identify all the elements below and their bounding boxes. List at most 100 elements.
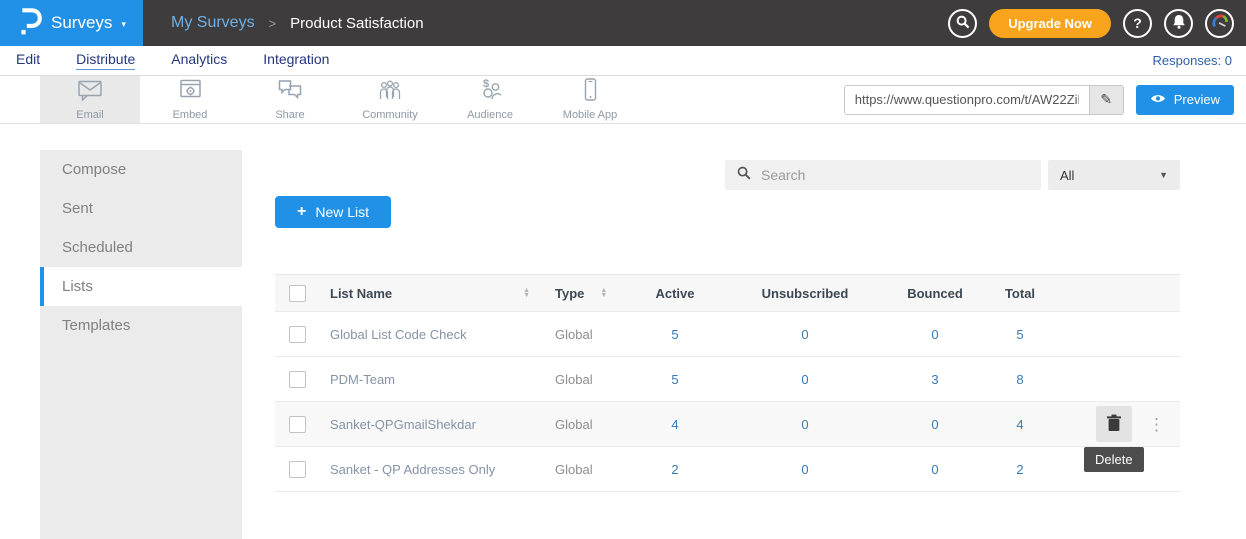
bounced-count[interactable]: 0	[890, 462, 980, 477]
column-type: Type ▲▼	[540, 286, 630, 301]
mobile-app-icon	[584, 78, 597, 107]
table-row: PDM-Team Global 5 0 3 8	[275, 357, 1180, 402]
total-count[interactable]: 4	[980, 417, 1060, 432]
total-count[interactable]: 5	[980, 327, 1060, 342]
channel-label: Share	[275, 109, 304, 121]
list-type: Global	[540, 417, 630, 432]
email-sidebar: Compose Sent Scheduled Lists Templates	[40, 150, 242, 539]
search-input[interactable]	[761, 167, 1029, 183]
active-count[interactable]: 5	[630, 327, 720, 342]
total-count[interactable]: 2	[980, 462, 1060, 477]
survey-url-input[interactable]	[845, 86, 1089, 114]
community-icon	[376, 78, 404, 107]
edit-url-button[interactable]: ✎	[1089, 86, 1123, 114]
channel-label: Embed	[173, 109, 208, 121]
row-checkbox[interactable]	[289, 461, 306, 478]
unsubscribed-count[interactable]: 0	[720, 417, 890, 432]
breadcrumb: My Surveys > Product Satisfaction	[171, 14, 424, 32]
breadcrumb-separator-icon: >	[269, 16, 277, 31]
tab-distribute[interactable]: Distribute	[76, 51, 135, 70]
preview-button[interactable]: Preview	[1136, 85, 1234, 115]
tab-integration[interactable]: Integration	[263, 51, 329, 70]
channel-label: Mobile App	[563, 109, 617, 121]
bounced-count[interactable]: 0	[890, 327, 980, 342]
list-name-link[interactable]: Sanket-QPGmailShekdar	[315, 417, 540, 432]
sidebar-item-scheduled[interactable]: Scheduled	[40, 228, 242, 267]
column-unsubscribed: Unsubscribed	[720, 286, 890, 301]
plus-icon: +	[297, 203, 306, 221]
sidebar-item-lists[interactable]: Lists	[40, 267, 242, 306]
search-icon	[956, 15, 970, 32]
unsubscribed-count[interactable]: 0	[720, 327, 890, 342]
survey-url-box: ✎	[844, 85, 1124, 115]
breadcrumb-parent[interactable]: My Surveys	[171, 14, 255, 32]
sort-icon[interactable]: ▲▼	[523, 288, 530, 298]
new-list-label: New List	[315, 204, 369, 220]
audience-icon: $	[477, 78, 503, 107]
chevron-down-icon: ▾	[121, 19, 126, 30]
search-icon	[737, 166, 751, 185]
column-active: Active	[630, 286, 720, 301]
bounced-count[interactable]: 3	[890, 372, 980, 387]
list-name-link[interactable]: Global List Code Check	[315, 327, 540, 342]
total-count[interactable]: 8	[980, 372, 1060, 387]
channel-embed[interactable]: Embed	[140, 76, 240, 123]
notifications-button[interactable]	[1164, 9, 1193, 38]
list-type: Global	[540, 462, 630, 477]
channel-email[interactable]: Email	[40, 76, 140, 123]
table-row: Sanket-QPGmailShekdar Global 4 0 0 4 Del…	[275, 402, 1180, 447]
column-total: Total	[980, 286, 1060, 301]
upgrade-now-button[interactable]: Upgrade Now	[989, 9, 1111, 38]
content-area: Compose Sent Scheduled Lists Templates A…	[0, 124, 1246, 539]
delete-list-button[interactable]	[1096, 406, 1132, 442]
eye-icon	[1150, 92, 1166, 107]
row-checkbox[interactable]	[289, 416, 306, 433]
sidebar-item-compose[interactable]: Compose	[40, 150, 242, 189]
channel-share[interactable]: Share	[240, 76, 340, 123]
sidebar-item-templates[interactable]: Templates	[40, 306, 242, 345]
list-name-link[interactable]: Sanket - QP Addresses Only	[315, 462, 540, 477]
list-type: Global	[540, 327, 630, 342]
row-checkbox[interactable]	[289, 371, 306, 388]
product-label: Surveys	[51, 13, 112, 33]
channel-mobile-app[interactable]: Mobile App	[540, 76, 640, 123]
list-name-link[interactable]: PDM-Team	[315, 372, 540, 387]
responses-count[interactable]: Responses: 0	[1153, 53, 1246, 68]
list-type: Global	[540, 372, 630, 387]
active-count[interactable]: 2	[630, 462, 720, 477]
tab-analytics[interactable]: Analytics	[171, 51, 227, 70]
delete-action: Delete	[1096, 406, 1132, 442]
help-button[interactable]: ?	[1123, 9, 1152, 38]
channel-label: Audience	[467, 109, 513, 121]
sidebar-item-sent[interactable]: Sent	[40, 189, 242, 228]
share-icon	[277, 79, 303, 107]
app-screen: Surveys ▾ My Surveys > Product Satisfact…	[0, 0, 1246, 539]
tab-edit[interactable]: Edit	[16, 51, 40, 70]
product-switcher[interactable]: Surveys ▾	[0, 0, 143, 46]
row-actions: Delete ⋮	[1060, 406, 1180, 442]
bounced-count[interactable]: 0	[890, 417, 980, 432]
topbar: Surveys ▾ My Surveys > Product Satisfact…	[0, 0, 1246, 46]
kebab-menu-icon[interactable]: ⋮	[1148, 416, 1165, 433]
column-label: Type	[555, 286, 584, 301]
active-count[interactable]: 5	[630, 372, 720, 387]
channel-audience[interactable]: $ Audience	[440, 76, 540, 123]
channel-community[interactable]: Community	[340, 76, 440, 123]
table-row: Global List Code Check Global 5 0 0 5	[275, 312, 1180, 357]
list-filter-dropdown[interactable]: All ▼	[1048, 160, 1180, 190]
toolbar-right: ✎ Preview	[844, 76, 1246, 123]
new-list-button[interactable]: + New List	[275, 196, 391, 228]
pencil-icon: ✎	[1100, 91, 1112, 108]
row-checkbox[interactable]	[289, 326, 306, 343]
column-label: List Name	[330, 286, 392, 301]
table-header-row: List Name ▲▼ Type ▲▼ Active Unsubscribed…	[275, 274, 1180, 312]
sort-icon[interactable]: ▲▼	[600, 288, 607, 298]
gauge-avatar-icon	[1211, 13, 1229, 34]
unsubscribed-count[interactable]: 0	[720, 372, 890, 387]
global-search-button[interactable]	[948, 9, 977, 38]
select-all-checkbox[interactable]	[289, 285, 306, 302]
account-menu-button[interactable]	[1205, 9, 1234, 38]
unsubscribed-count[interactable]: 0	[720, 462, 890, 477]
active-count[interactable]: 4	[630, 417, 720, 432]
delete-tooltip: Delete	[1084, 447, 1144, 472]
